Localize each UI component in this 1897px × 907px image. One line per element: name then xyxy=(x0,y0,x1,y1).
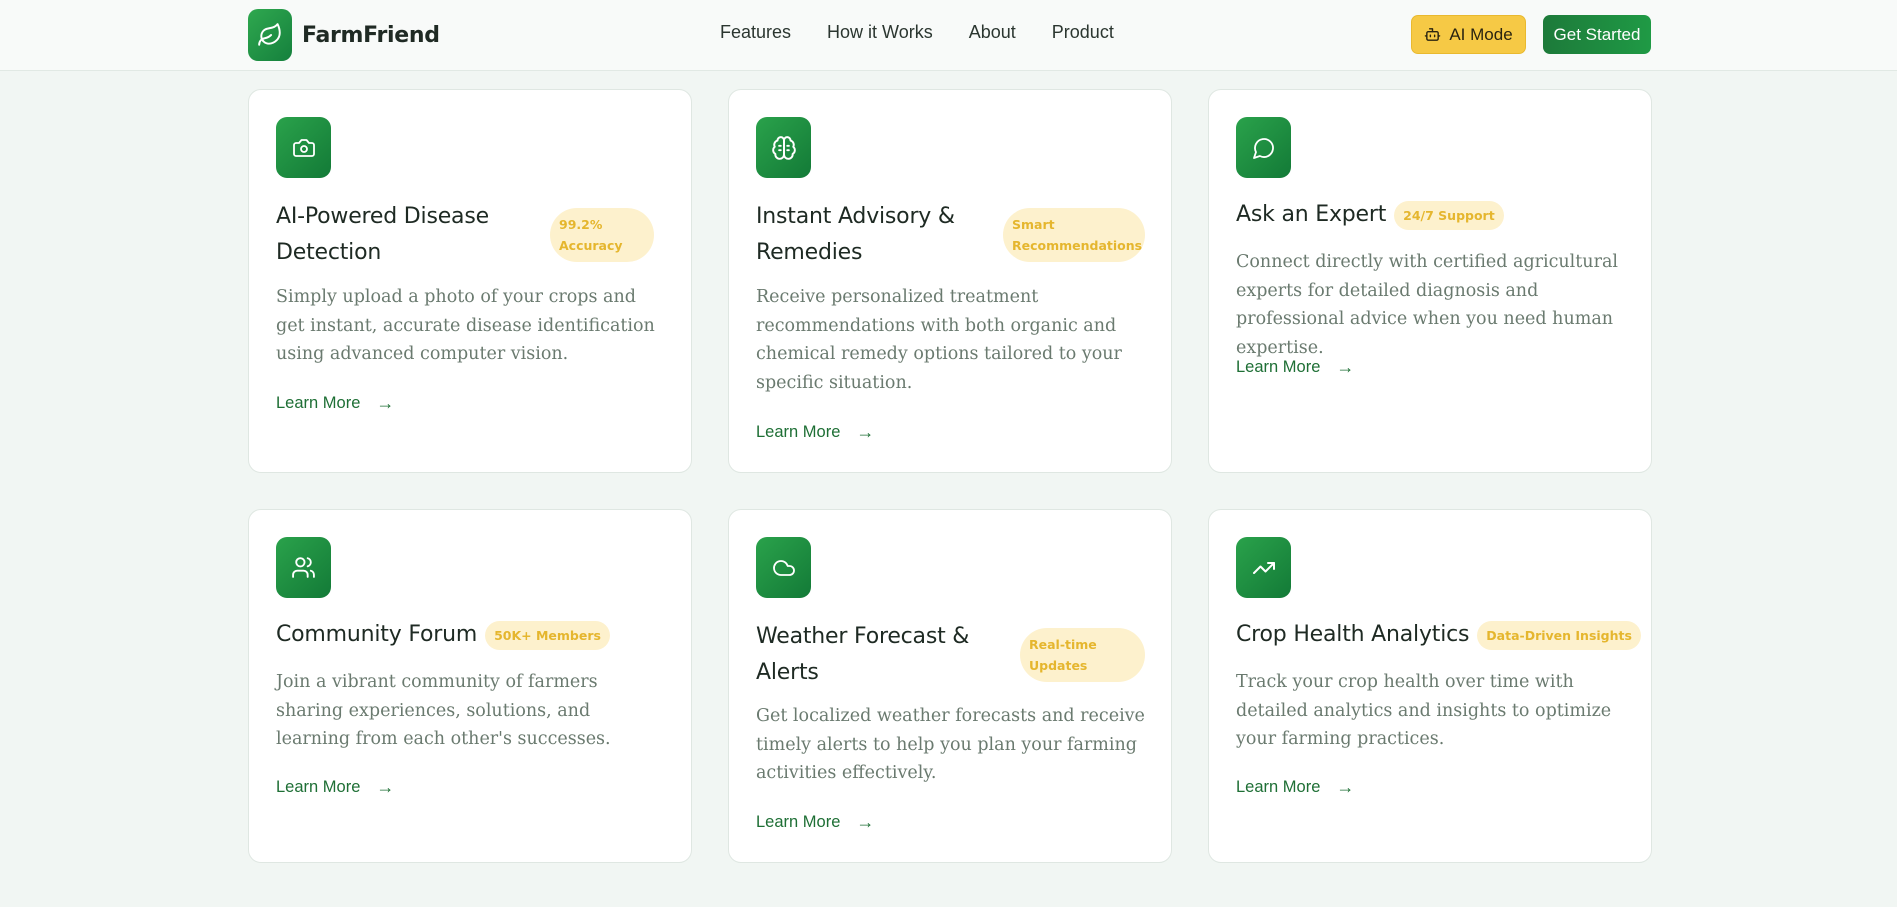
arrow-right-icon: → xyxy=(1336,357,1355,377)
nav-links: Features How it Works About Product xyxy=(720,22,1150,43)
card-title: Weather Forecast & Alerts xyxy=(756,624,970,685)
learn-more-link[interactable]: Learn More → xyxy=(756,812,874,833)
nav-link-product[interactable]: Product xyxy=(1052,22,1114,43)
nav-link-features[interactable]: Features xyxy=(720,22,791,43)
brand-name: FarmFriend xyxy=(302,22,440,48)
status-badge: Smart Recommendations xyxy=(1003,208,1145,262)
learn-more-link[interactable]: Learn More → xyxy=(276,777,394,798)
top-navbar: FarmFriend Features How it Works About P… xyxy=(0,0,1897,71)
card-description: Receive personalized treatment recommend… xyxy=(756,287,1122,393)
feature-card-weather: Weather Forecast & Alerts Real-time Upda… xyxy=(728,509,1172,863)
nav-link-about[interactable]: About xyxy=(969,22,1016,43)
feature-card-analytics: Crop Health Analytics Data-Driven Insigh… xyxy=(1208,509,1652,863)
learn-more-label: Learn More xyxy=(756,423,841,441)
learn-more-label: Learn More xyxy=(1236,778,1321,796)
card-title: Crop Health Analytics xyxy=(1236,622,1470,647)
learn-more-link[interactable]: Learn More → xyxy=(276,393,394,414)
trending-up-icon xyxy=(1236,537,1291,598)
camera-icon xyxy=(276,117,331,178)
card-description: Simply upload a photo of your crops and … xyxy=(276,287,655,365)
nav-link-how-it-works[interactable]: How it Works xyxy=(827,22,933,43)
card-header: AI-Powered Disease Detection 99.2% Accur… xyxy=(276,199,676,271)
feature-card-ask-expert: Ask an Expert 24/7 Support Connect direc… xyxy=(1208,89,1652,473)
card-title: AI-Powered Disease Detection xyxy=(276,204,489,265)
ai-mode-label: AI Mode xyxy=(1449,24,1513,44)
card-header: Crop Health Analytics Data-Driven Insigh… xyxy=(1236,617,1656,653)
arrow-right-icon: → xyxy=(856,812,875,832)
learn-more-link[interactable]: Learn More → xyxy=(756,422,874,443)
brain-icon xyxy=(756,117,811,178)
card-header: Weather Forecast & Alerts Real-time Upda… xyxy=(756,619,1156,691)
card-description: Join a vibrant community of farmers shar… xyxy=(276,672,611,750)
get-started-button[interactable]: Get Started xyxy=(1543,15,1651,54)
status-badge: 50K+ Members xyxy=(485,620,610,650)
status-badge: Real-time Updates xyxy=(1020,628,1145,682)
learn-more-label: Learn More xyxy=(276,394,361,412)
status-badge: 24/7 Support xyxy=(1394,200,1504,230)
arrow-right-icon: → xyxy=(856,422,875,442)
learn-more-link[interactable]: Learn More → xyxy=(1236,777,1354,798)
robot-icon xyxy=(1425,28,1441,41)
feature-card-disease-detection: AI-Powered Disease Detection 99.2% Accur… xyxy=(248,89,692,473)
cloud-icon xyxy=(756,537,811,598)
users-icon xyxy=(276,537,331,598)
card-header: Community Forum 50K+ Members xyxy=(276,617,676,653)
status-badge: 99.2% Accuracy xyxy=(550,208,654,262)
status-badge: Data-Driven Insights xyxy=(1477,620,1641,650)
ai-mode-button[interactable]: AI Mode xyxy=(1411,15,1526,54)
card-title: Ask an Expert xyxy=(1236,202,1387,227)
card-description: Connect directly with certified agricult… xyxy=(1236,252,1618,358)
arrow-right-icon: → xyxy=(376,777,395,797)
card-header: Ask an Expert 24/7 Support xyxy=(1236,197,1636,233)
card-title: Instant Advisory & Remedies xyxy=(756,204,955,265)
learn-more-link[interactable]: Learn More → xyxy=(1236,357,1354,378)
card-title: Community Forum xyxy=(276,622,478,647)
brand[interactable]: FarmFriend xyxy=(248,9,440,61)
learn-more-label: Learn More xyxy=(276,778,361,796)
learn-more-label: Learn More xyxy=(1236,358,1321,376)
learn-more-label: Learn More xyxy=(756,813,841,831)
arrow-right-icon: → xyxy=(1336,777,1355,797)
card-description: Get localized weather forecasts and rece… xyxy=(756,706,1145,784)
leaf-icon xyxy=(248,9,292,61)
feature-card-advisory: Instant Advisory & Remedies Smart Recomm… xyxy=(728,89,1172,473)
feature-card-community: Community Forum 50K+ Members Join a vibr… xyxy=(248,509,692,863)
card-description: Track your crop health over time with de… xyxy=(1236,672,1612,750)
chat-icon xyxy=(1236,117,1291,178)
get-started-label: Get Started xyxy=(1553,24,1641,44)
arrow-right-icon: → xyxy=(376,393,395,413)
card-header: Instant Advisory & Remedies Smart Recomm… xyxy=(756,199,1156,271)
